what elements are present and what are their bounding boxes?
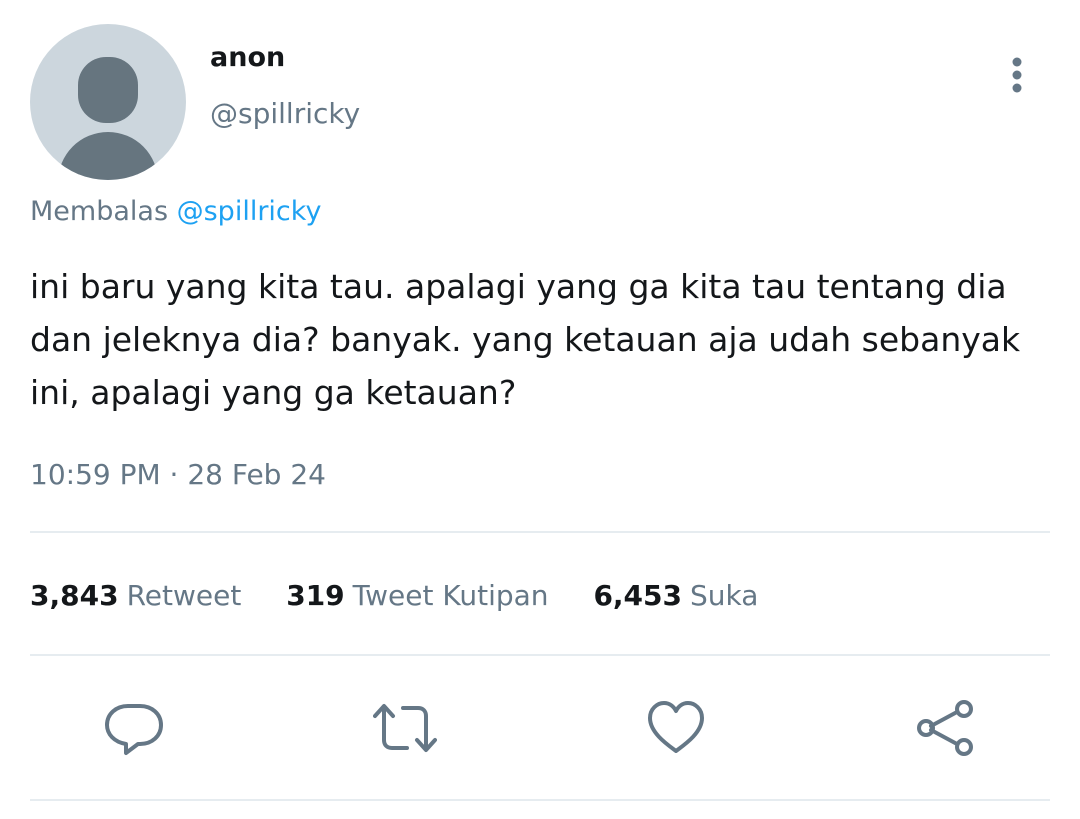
reply-context: Membalas @spillricky	[30, 196, 321, 227]
share-button[interactable]	[914, 696, 978, 760]
retweet-label: Retweet	[126, 579, 242, 612]
retweet-count-stat[interactable]: 3,843 Retweet	[30, 579, 241, 612]
divider	[30, 531, 1050, 533]
avatar-head-shape	[78, 57, 138, 123]
more-options-icon[interactable]	[1000, 54, 1034, 96]
avatar[interactable]	[30, 24, 186, 180]
tweet-stats: 3,843 Retweet 319 Tweet Kutipan 6,453 Suka	[30, 579, 794, 612]
quote-count-stat[interactable]: 319 Tweet Kutipan	[286, 579, 548, 612]
divider	[30, 654, 1050, 656]
heart-icon	[648, 701, 704, 753]
like-button[interactable]	[644, 696, 708, 760]
divider	[30, 799, 1050, 801]
author-handle[interactable]: @spillricky	[210, 97, 360, 130]
retweet-button[interactable]	[373, 696, 437, 760]
author-display-name[interactable]: anon	[210, 42, 285, 73]
like-label: Suka	[690, 579, 759, 612]
reply-button[interactable]	[102, 696, 166, 760]
quote-count: 319	[286, 579, 345, 612]
like-count: 6,453	[593, 579, 683, 612]
tweet-timestamp[interactable]: 10:59 PM · 28 Feb 24	[30, 458, 326, 491]
reply-mention-link[interactable]: @spillricky	[177, 196, 322, 227]
like-count-stat[interactable]: 6,453 Suka	[593, 579, 758, 612]
avatar-body-shape	[58, 132, 158, 180]
reply-icon	[105, 704, 163, 755]
share-icon	[917, 700, 973, 756]
tweet-text: ini baru yang kita tau. apalagi yang ga …	[30, 267, 1021, 412]
quote-label: Tweet Kutipan	[352, 579, 549, 612]
retweet-icon	[373, 704, 437, 752]
retweet-count: 3,843	[30, 579, 119, 612]
reply-prefix: Membalas	[30, 196, 169, 227]
